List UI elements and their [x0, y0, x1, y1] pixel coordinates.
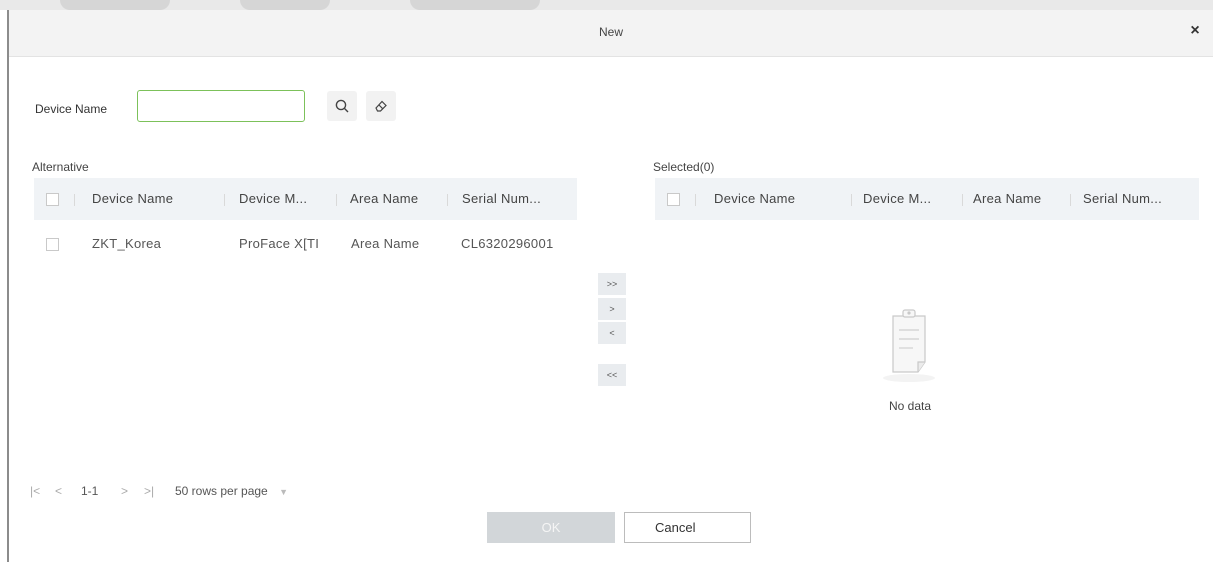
background-shape — [60, 0, 170, 10]
move-right-button[interactable]: > — [598, 298, 626, 320]
cell-device-name: ZKT_Korea — [92, 236, 162, 251]
page-range: 1-1 — [81, 484, 99, 498]
device-name-label: Device Name — [35, 102, 108, 116]
select-all-checkbox[interactable] — [46, 193, 59, 206]
selected-table-header: Device Name Device M... Area Name Serial… — [655, 178, 1199, 220]
search-icon — [335, 99, 349, 113]
dialog-title: New — [598, 25, 623, 39]
move-all-right-button[interactable]: >> — [598, 273, 626, 295]
column-separator — [447, 194, 448, 206]
column-separator — [851, 194, 852, 206]
move-all-left-button[interactable]: << — [598, 364, 626, 386]
alternative-table-header: Device Name Device M... Area Name Serial… — [34, 178, 577, 220]
last-page-button[interactable]: >| — [144, 484, 154, 498]
select-all-checkbox[interactable] — [667, 193, 680, 206]
background-strip — [0, 0, 1213, 10]
column-separator — [336, 194, 337, 206]
column-separator — [74, 194, 75, 206]
new-dialog: New × Device Name Alternative Device Nam… — [7, 10, 1213, 562]
column-device-model[interactable]: Device M... — [863, 191, 931, 206]
column-device-model[interactable]: Device M... — [239, 191, 307, 206]
cancel-button[interactable]: Cancel — [624, 512, 751, 543]
column-device-name[interactable]: Device Name — [714, 191, 795, 206]
cell-device-model: ProFace X[TI — [239, 236, 320, 251]
alternative-label: Alternative — [32, 160, 89, 174]
column-area-name[interactable]: Area Name — [350, 191, 418, 206]
column-serial-number[interactable]: Serial Num... — [1083, 191, 1162, 206]
move-left-button[interactable]: < — [598, 322, 626, 344]
column-device-name[interactable]: Device Name — [92, 191, 173, 206]
column-separator — [1070, 194, 1071, 206]
clear-button[interactable] — [366, 91, 396, 121]
column-serial-number[interactable]: Serial Num... — [462, 191, 541, 206]
selected-label: Selected(0) — [653, 160, 715, 174]
background-shape — [410, 0, 540, 10]
background-shape — [240, 0, 330, 10]
prev-page-button[interactable]: < — [55, 484, 62, 498]
first-page-button[interactable]: |< — [30, 484, 40, 498]
ok-button[interactable]: OK — [487, 512, 615, 543]
next-page-button[interactable]: > — [121, 484, 128, 498]
caret-down-icon: ▼ — [279, 487, 288, 497]
eraser-icon — [375, 100, 387, 112]
rows-per-page-select[interactable]: 50 rows per page ▼ — [175, 484, 288, 498]
column-separator — [695, 194, 696, 206]
column-separator — [224, 194, 225, 206]
cell-serial-number: CL6320296001 — [461, 236, 554, 251]
column-area-name[interactable]: Area Name — [973, 191, 1041, 206]
empty-document-icon — [883, 309, 935, 382]
device-name-search-input[interactable] — [137, 90, 305, 122]
dialog-titlebar: New × — [9, 10, 1213, 57]
close-icon[interactable]: × — [1187, 23, 1203, 39]
row-checkbox[interactable] — [46, 238, 59, 251]
cell-area-name: Area Name — [351, 236, 420, 251]
column-separator — [962, 194, 963, 206]
search-button[interactable] — [327, 91, 357, 121]
rows-per-page-label: 50 rows per page — [175, 484, 268, 498]
no-data-text: No data — [888, 399, 932, 413]
